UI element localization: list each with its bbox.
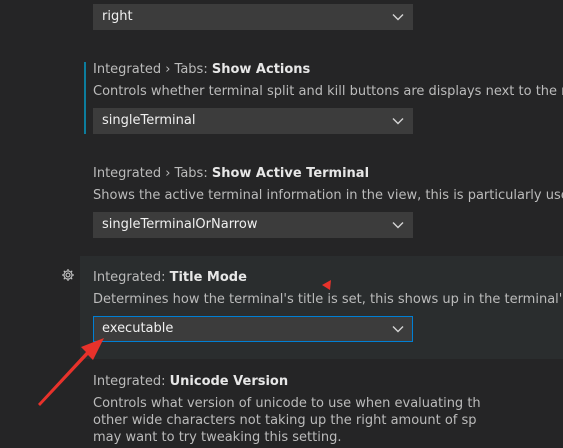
chevron-down-icon xyxy=(392,5,404,29)
setting-select-tabs-location[interactable]: right xyxy=(93,4,413,30)
select-value: right xyxy=(102,9,133,24)
setting-title: Integrated › Tabs: Show Actions xyxy=(93,62,311,77)
setting-show-active-terminal: Integrated › Tabs: Show Active Terminal … xyxy=(84,166,563,204)
select-value: singleTerminalOrNarrow xyxy=(102,217,258,232)
chevron-down-icon xyxy=(392,213,404,237)
setting-select-title-mode[interactable]: executable xyxy=(93,316,413,342)
select-value: singleTerminal xyxy=(102,113,196,128)
setting-title-mode: Integrated: Title Mode Determines how th… xyxy=(80,256,563,359)
setting-show-actions: Integrated › Tabs: Show Actions Controls… xyxy=(84,62,563,100)
setting-description: Controls whether terminal split and kill… xyxy=(93,84,563,99)
chevron-down-icon xyxy=(392,109,404,133)
setting-description: Determines how the terminal's title is s… xyxy=(93,292,563,307)
setting-title: Integrated › Tabs: Show Active Terminal xyxy=(93,166,370,181)
gear-icon[interactable] xyxy=(61,268,75,282)
setting-select-show-actions[interactable]: singleTerminal xyxy=(93,108,413,134)
chevron-down-icon xyxy=(392,317,404,341)
setting-description: Shows the active terminal information in… xyxy=(93,188,563,203)
setting-description: Controls what version of unicode to use … xyxy=(93,396,481,445)
setting-title: Integrated: Title Mode xyxy=(93,270,247,285)
setting-select-show-active-terminal[interactable]: singleTerminalOrNarrow xyxy=(93,212,413,238)
select-value: executable xyxy=(102,321,174,336)
setting-title: Integrated: Unicode Version xyxy=(93,374,289,389)
setting-unicode-version: Integrated: Unicode Version Controls wha… xyxy=(84,374,563,446)
